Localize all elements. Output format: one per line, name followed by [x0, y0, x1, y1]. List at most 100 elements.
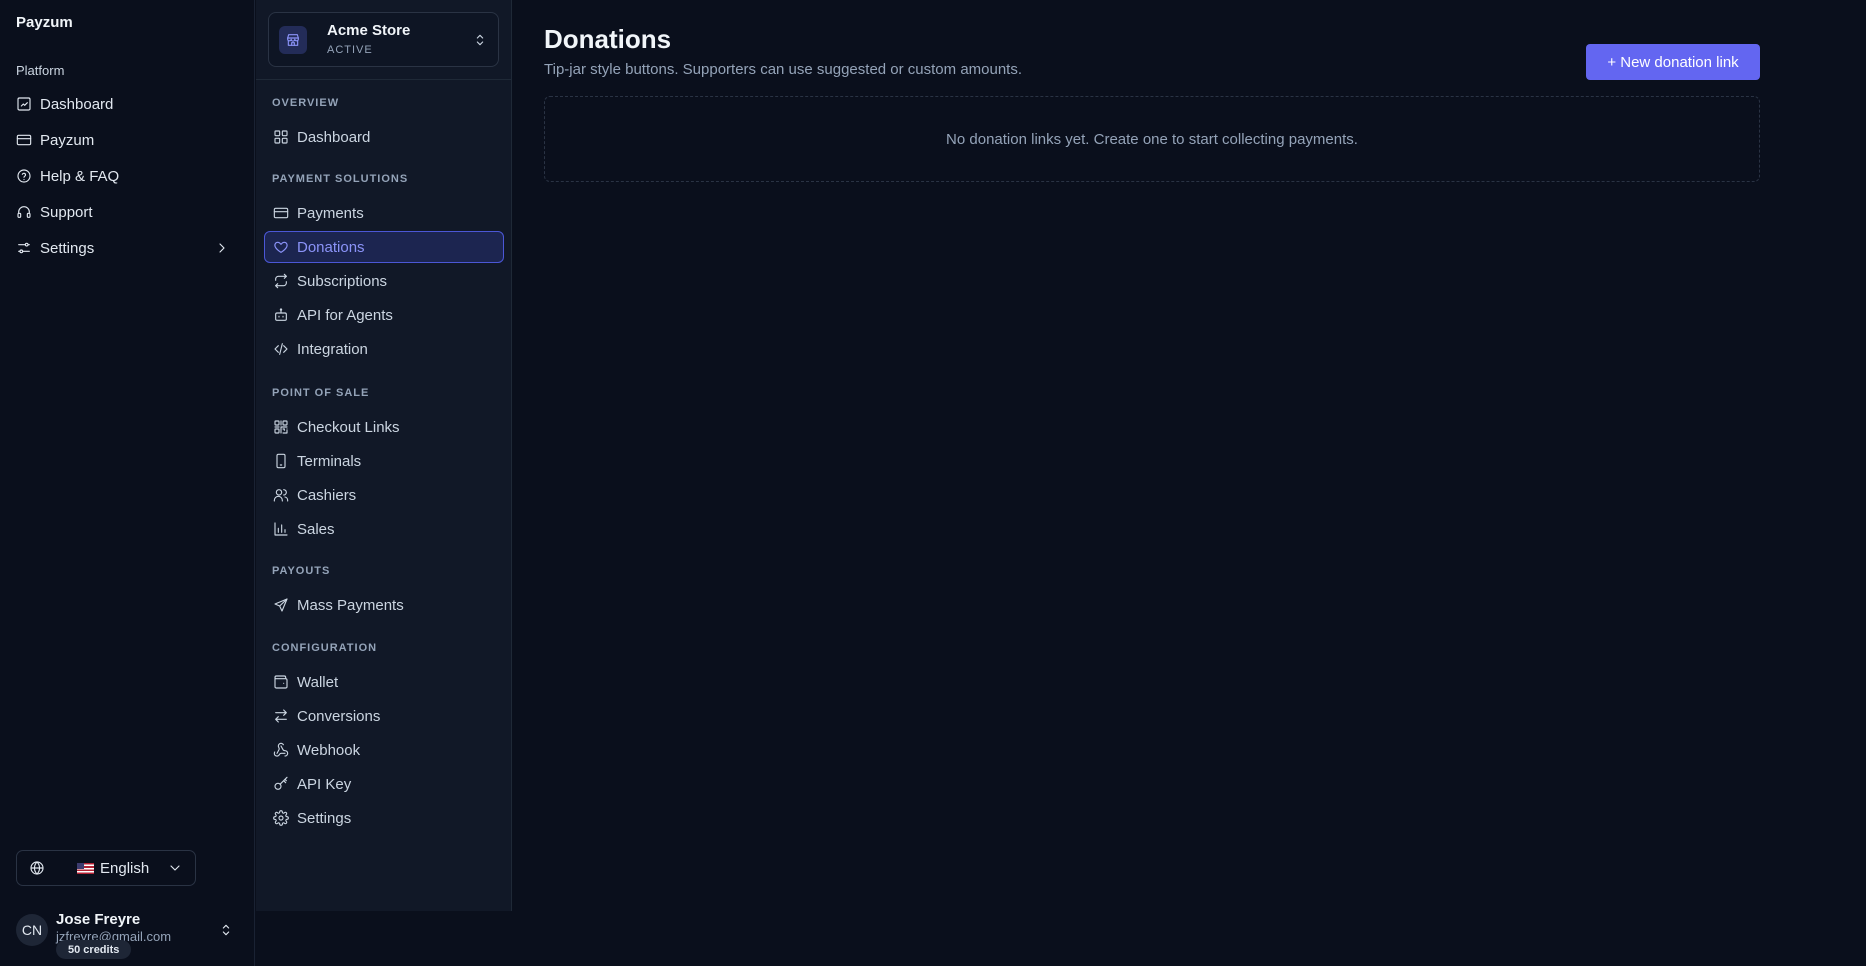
bot-icon	[273, 307, 297, 323]
sidebar-item-payzum[interactable]: Payzum	[8, 122, 246, 158]
sidebar-item-label: Settings	[40, 239, 95, 257]
nav-section-payouts: PAYOUTS Mass Payments	[264, 565, 504, 623]
nav-item-label: API for Agents	[297, 306, 393, 324]
sidebar-item-label: Dashboard	[40, 95, 114, 113]
sidebar-item-label: Payzum	[40, 131, 95, 149]
section-title: PAYMENT SOLUTIONS	[272, 173, 409, 185]
help-circle-icon	[16, 168, 40, 184]
nav-item-terminals[interactable]: Terminals	[264, 445, 504, 477]
divider	[256, 79, 511, 80]
section-title: POINT OF SALE	[272, 387, 370, 399]
platform-group-label: Platform	[16, 63, 65, 78]
sidebar-item-settings[interactable]: Settings	[8, 230, 246, 266]
credit-card-icon	[273, 205, 297, 221]
user-menu[interactable]: CN Jose Freyre jzfreyre@gmail.com 50 cre…	[16, 910, 246, 960]
sidebar-item-label: Help & FAQ	[40, 167, 120, 185]
empty-state: No donation links yet. Create one to sta…	[544, 96, 1760, 182]
page-title: Donations	[544, 24, 672, 54]
nav-item-label: Wallet	[297, 673, 339, 691]
nav-item-label: Webhook	[297, 741, 361, 759]
nav-item-payments[interactable]: Payments	[264, 197, 504, 229]
nav-item-conversions[interactable]: Conversions	[264, 700, 504, 732]
nav-item-label: Payments	[297, 204, 364, 222]
nav-item-mass-payments[interactable]: Mass Payments	[264, 589, 504, 621]
bar-chart-icon	[273, 521, 297, 537]
nav-item-label: Conversions	[297, 707, 381, 725]
nav-item-label: API Key	[297, 775, 352, 793]
sliders-icon	[16, 240, 40, 256]
section-title: CONFIGURATION	[272, 642, 378, 654]
headphones-icon	[16, 204, 40, 220]
users-icon	[273, 487, 297, 503]
sidebar-item-support[interactable]: Support	[8, 194, 246, 230]
gear-icon	[273, 810, 297, 826]
nav-section-payment-solutions: PAYMENT SOLUTIONS Payments Donations Sub…	[264, 173, 504, 367]
chevron-updown-icon	[218, 922, 234, 938]
chevron-right-icon	[214, 240, 238, 256]
language-selector[interactable]: English	[16, 850, 196, 886]
sidebar-item-dashboard[interactable]: Dashboard	[8, 86, 246, 122]
nav-section-point-of-sale: POINT OF SALE Checkout Links Terminals C…	[264, 387, 504, 547]
key-icon	[273, 776, 297, 792]
language-label: English	[100, 859, 150, 877]
nav-item-label: Terminals	[297, 452, 362, 470]
nav-item-label: Cashiers	[297, 486, 357, 504]
chevron-down-icon	[167, 860, 183, 876]
nav-item-label: Subscriptions	[297, 272, 388, 290]
nav-item-label: Donations	[297, 238, 365, 256]
us-flag-icon	[77, 862, 94, 874]
platform-nav: Dashboard Payzum Help & FAQ Support Sett…	[8, 86, 246, 266]
dashboard-icon	[16, 96, 40, 112]
store-switcher[interactable]: Acme Store ACTIVE	[268, 12, 499, 67]
wallet-icon	[273, 674, 297, 690]
avatar: CN	[16, 914, 48, 946]
store-name: Acme Store	[327, 22, 411, 39]
nav-item-wallet[interactable]: Wallet	[264, 666, 504, 698]
page-subtitle: Tip-jar style buttons. Supporters can us…	[544, 61, 1023, 78]
webhook-icon	[273, 742, 297, 758]
nav-item-subscriptions[interactable]: Subscriptions	[264, 265, 504, 297]
nav-item-webhook[interactable]: Webhook	[264, 734, 504, 766]
nav-item-api-for-agents[interactable]: API for Agents	[264, 299, 504, 331]
store-icon	[279, 26, 307, 54]
store-status: ACTIVE	[327, 44, 373, 56]
nav-item-dashboard[interactable]: Dashboard	[264, 121, 504, 153]
nav-item-settings[interactable]: Settings	[264, 802, 504, 834]
nav-item-cashiers[interactable]: Cashiers	[264, 479, 504, 511]
new-donation-link-button[interactable]: + New donation link	[1586, 44, 1760, 80]
heart-icon	[273, 239, 297, 255]
nav-section-overview: OVERVIEW Dashboard	[264, 97, 504, 155]
nav-item-label: Settings	[297, 809, 352, 827]
qr-code-icon	[273, 419, 297, 435]
nav-item-checkout-links[interactable]: Checkout Links	[264, 411, 504, 443]
section-title: OVERVIEW	[272, 97, 340, 109]
card-icon	[16, 132, 40, 148]
code-icon	[273, 341, 297, 357]
nav-item-sales[interactable]: Sales	[264, 513, 504, 545]
nav-section-configuration: CONFIGURATION Wallet Conversions Webhook…	[264, 642, 504, 836]
arrows-exchange-icon	[273, 708, 297, 724]
empty-state-text: No donation links yet. Create one to sta…	[946, 130, 1358, 148]
brand-logo: Payzum	[16, 14, 73, 31]
nav-item-label: Mass Payments	[297, 596, 404, 614]
globe-icon	[29, 860, 45, 876]
credits-badge: 50 credits	[56, 940, 132, 959]
section-title: PAYOUTS	[272, 565, 331, 577]
store-sidebar: Acme Store ACTIVE OVERVIEW Dashboard PAY…	[256, 0, 512, 911]
smartphone-icon	[273, 453, 297, 469]
nav-item-label: Checkout Links	[297, 418, 400, 436]
platform-sidebar: Payzum Platform Dashboard Payzum Help & …	[0, 0, 255, 966]
nav-item-label: Sales	[297, 520, 335, 538]
nav-item-integration[interactable]: Integration	[264, 333, 504, 365]
sidebar-item-help[interactable]: Help & FAQ	[8, 158, 246, 194]
user-name: Jose Freyre	[56, 911, 141, 928]
grid-icon	[273, 129, 297, 145]
sidebar-item-label: Support	[40, 203, 93, 221]
chevron-updown-icon	[472, 32, 488, 48]
nav-item-label: Dashboard	[297, 128, 371, 146]
nav-item-api-key[interactable]: API Key	[264, 768, 504, 800]
repeat-icon	[273, 273, 297, 289]
nav-item-donations[interactable]: Donations	[264, 231, 504, 263]
send-icon	[273, 597, 297, 613]
nav-item-label: Integration	[297, 340, 368, 358]
